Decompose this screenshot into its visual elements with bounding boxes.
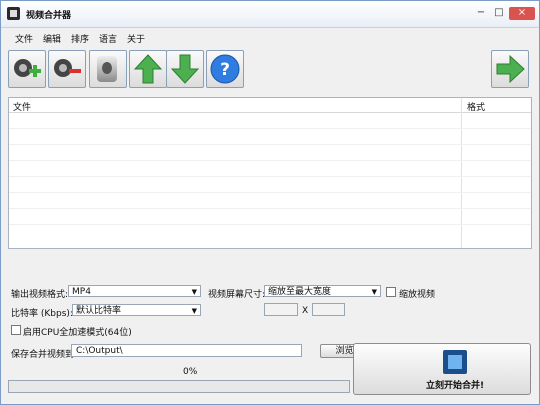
scale-video-label: 缩放视频 <box>399 290 436 300</box>
minimize-button[interactable]: − <box>473 7 489 20</box>
menu-bar: 文件 编辑 排序 语言 关于 <box>1 28 539 46</box>
maximize-button[interactable]: □ <box>491 7 507 20</box>
menu-sort[interactable]: 排序 <box>71 32 89 45</box>
row-divider <box>9 224 531 225</box>
column-separator <box>461 98 462 248</box>
menu-file[interactable]: 文件 <box>15 32 33 45</box>
width-input[interactable] <box>264 303 298 316</box>
cpu-mode-checkbox[interactable] <box>11 325 21 335</box>
toolbar: ? <box>1 48 539 92</box>
menu-about[interactable]: 关于 <box>127 32 145 45</box>
merge-now-button[interactable]: 立刻开始合并! <box>353 343 531 395</box>
chevron-down-icon: ▼ <box>191 288 197 296</box>
row-divider <box>9 160 531 161</box>
row-divider <box>9 192 531 193</box>
output-format-value: MP4 <box>72 287 91 297</box>
column-file[interactable]: 文件 <box>13 100 31 113</box>
scale-video-checkbox[interactable] <box>386 287 396 297</box>
title-bar: 视频合并器 − □ × <box>1 1 539 28</box>
chevron-down-icon: ▼ <box>371 288 377 296</box>
progress-text: 0% <box>183 367 198 377</box>
row-divider <box>9 176 531 177</box>
row-divider <box>9 128 531 129</box>
bitrate-label: 比特率 (Kbps): <box>11 309 73 319</box>
app-icon <box>7 7 20 20</box>
next-button[interactable] <box>491 50 529 88</box>
screen-size-select[interactable]: 缩放至最大宽度 ▼ <box>264 285 381 297</box>
column-format[interactable]: 格式 <box>467 100 485 113</box>
move-up-button[interactable] <box>129 50 167 88</box>
film-icon <box>443 350 467 374</box>
bitrate-value: 默认比特率 <box>76 306 122 316</box>
menu-language[interactable]: 语言 <box>99 32 117 45</box>
help-button[interactable]: ? <box>206 50 244 88</box>
main-window: 视频合并器 − □ × 文件 编辑 排序 语言 关于 ? 文件 格式 输出视频格… <box>0 0 540 405</box>
svg-text:?: ? <box>220 60 230 80</box>
row-divider <box>9 144 531 145</box>
move-down-button[interactable] <box>166 50 204 88</box>
save-path-input[interactable]: C:\Output\ <box>71 344 302 357</box>
progress-bar <box>8 380 350 393</box>
output-format-label: 输出视频格式: <box>11 290 69 300</box>
file-list[interactable]: 文件 格式 <box>8 97 532 249</box>
screen-size-label: 视频屏幕尺寸: <box>208 290 266 300</box>
window-title: 视频合并器 <box>26 11 72 21</box>
close-button[interactable]: × <box>509 7 535 20</box>
next-icon <box>496 54 525 84</box>
move-up-icon <box>133 54 163 84</box>
row-divider <box>9 208 531 209</box>
height-input[interactable] <box>312 303 345 316</box>
bitrate-select[interactable]: 默认比特率 ▼ <box>72 304 201 316</box>
add-video-button[interactable] <box>8 50 46 88</box>
file-list-header: 文件 格式 <box>9 98 531 113</box>
cpu-mode-label: 启用CPU全加速模式(64位) <box>23 328 132 338</box>
chevron-down-icon: ▼ <box>191 307 197 315</box>
output-format-select[interactable]: MP4 ▼ <box>68 285 201 297</box>
menu-edit[interactable]: 编辑 <box>43 32 61 45</box>
screen-size-value: 缩放至最大宽度 <box>268 287 332 297</box>
remove-video-button[interactable] <box>48 50 86 88</box>
save-path-label: 保存合并视频到 <box>11 350 75 360</box>
merge-now-label: 立刻开始合并! <box>426 381 485 391</box>
help-icon: ? <box>210 54 240 84</box>
dimension-separator: X <box>302 306 309 316</box>
clear-list-button[interactable] <box>89 50 127 88</box>
move-down-icon <box>170 54 200 84</box>
